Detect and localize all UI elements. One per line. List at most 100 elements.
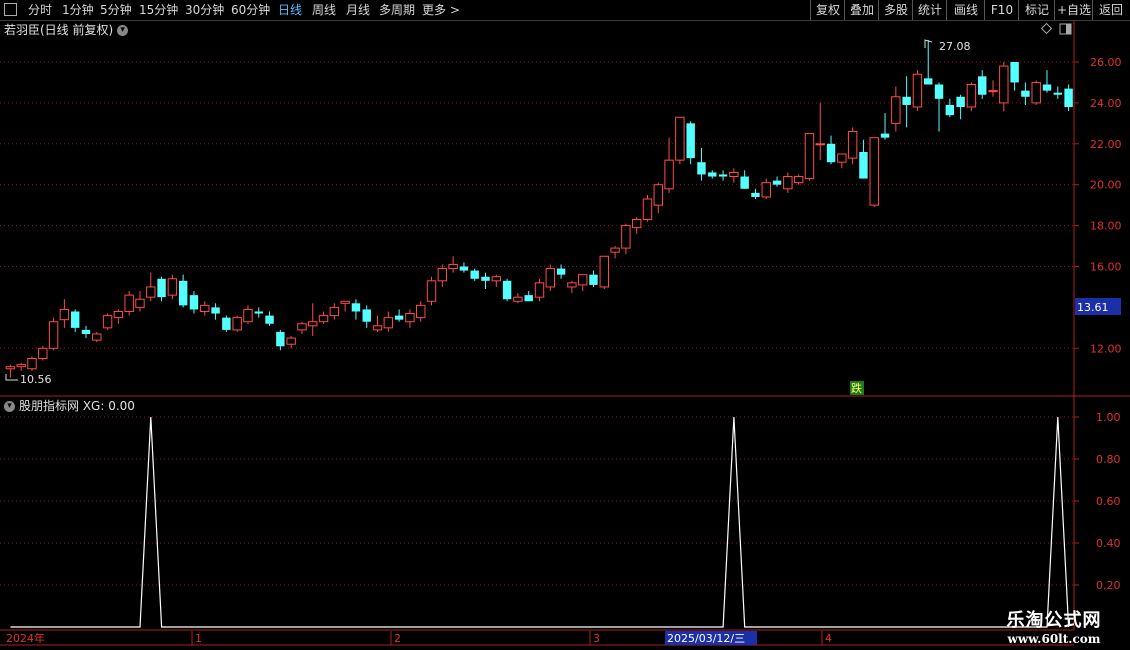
candle-body — [470, 270, 479, 279]
candle — [545, 264, 556, 292]
candle-body — [318, 315, 329, 323]
candle — [502, 278, 512, 302]
candle — [1010, 62, 1019, 91]
high-label: 27.08 — [939, 40, 971, 53]
candle-body — [793, 176, 804, 184]
candle-body — [815, 143, 825, 146]
candle — [448, 256, 458, 273]
watermark-title: 乐淘公式网 — [1006, 610, 1102, 631]
candle-body — [1053, 92, 1063, 95]
candle-body — [675, 116, 685, 161]
candle — [826, 135, 836, 165]
candle-body — [934, 84, 944, 99]
candle — [869, 137, 879, 208]
candle — [394, 309, 404, 322]
indicator-tick-label: 0.60 — [1096, 495, 1121, 508]
candle — [470, 268, 479, 281]
candle-body — [167, 278, 178, 296]
candle-body — [254, 311, 263, 314]
candle — [675, 116, 685, 165]
signal-label: 跌 — [851, 381, 862, 395]
candle-body — [621, 225, 631, 249]
candle — [416, 301, 426, 322]
candle — [351, 299, 361, 320]
price-tick-label: 20.00 — [1090, 179, 1122, 192]
candle-body — [642, 198, 653, 220]
candle — [859, 139, 868, 179]
candle-body — [966, 83, 977, 108]
candle — [178, 274, 188, 308]
candle — [81, 325, 91, 339]
indicator-tick-label: 0.80 — [1096, 453, 1121, 466]
candle-body — [362, 309, 371, 322]
candle-body — [924, 78, 933, 85]
candle-body — [956, 96, 965, 107]
candle — [880, 113, 890, 140]
candle-body — [804, 133, 815, 180]
high-annotation: 27.08 — [924, 39, 971, 53]
candle — [92, 331, 102, 343]
candle-body — [740, 176, 749, 189]
indicator-tick-label: 0.20 — [1096, 579, 1121, 592]
candle-body — [978, 76, 987, 95]
candle-body — [751, 192, 760, 197]
candle-body — [589, 274, 598, 285]
candle-body — [610, 247, 620, 253]
candle-body — [653, 184, 663, 206]
timeline-label-jan: 1 — [195, 632, 202, 645]
candle — [308, 303, 318, 337]
candle — [1064, 84, 1073, 112]
candle — [211, 303, 220, 320]
candle-body — [502, 280, 512, 300]
candle — [599, 255, 609, 289]
candle — [200, 301, 210, 316]
candle — [5, 364, 16, 378]
price-tick-label: 16.00 — [1090, 261, 1122, 274]
price-tick-label: 12.00 — [1090, 342, 1122, 355]
candle — [59, 299, 70, 328]
candle-body — [372, 325, 383, 331]
window-toggle-icon[interactable] — [1059, 23, 1072, 35]
low-label: 10.56 — [20, 373, 52, 386]
candle-body — [869, 137, 879, 206]
candle — [686, 121, 695, 165]
candle — [189, 291, 199, 314]
candle-body — [708, 172, 717, 177]
candle — [481, 272, 490, 289]
candle-body — [556, 268, 566, 275]
candle — [318, 311, 329, 324]
candle-body — [1042, 84, 1052, 91]
candle-body — [1031, 81, 1041, 104]
candle — [135, 291, 145, 312]
stock-chart[interactable]: 26.00 24.00 22.00 20.00 18.00 16.00 12.00 27.0… — [0, 0, 1130, 650]
candlestick-series — [5, 39, 1073, 378]
candle — [426, 276, 437, 306]
candle-body — [437, 268, 448, 282]
candle — [113, 309, 124, 324]
candle-body — [448, 263, 458, 270]
candle — [772, 176, 782, 187]
candle-body — [48, 321, 59, 349]
candle — [286, 336, 296, 349]
candle-body — [891, 96, 901, 124]
candle — [124, 291, 134, 316]
candle-body — [729, 171, 739, 178]
candle — [567, 280, 577, 294]
candle — [167, 274, 178, 300]
candle-body — [146, 286, 156, 298]
timeline: 2024年 1 2 3 2025/03/12/三 4 — [6, 631, 832, 645]
candle — [697, 147, 706, 181]
candle — [524, 291, 533, 302]
candle-body — [999, 65, 1009, 104]
candle-body — [200, 304, 210, 312]
candle — [708, 170, 717, 179]
candle-body — [276, 331, 285, 347]
candle-body — [383, 317, 394, 329]
candle-body — [27, 358, 37, 370]
candle — [383, 311, 394, 332]
indicator-tick-label: 1.00 — [1096, 411, 1121, 424]
candle — [664, 137, 674, 193]
candle — [966, 82, 977, 112]
diamond-icon[interactable] — [1040, 22, 1053, 35]
candle-body — [599, 255, 609, 288]
